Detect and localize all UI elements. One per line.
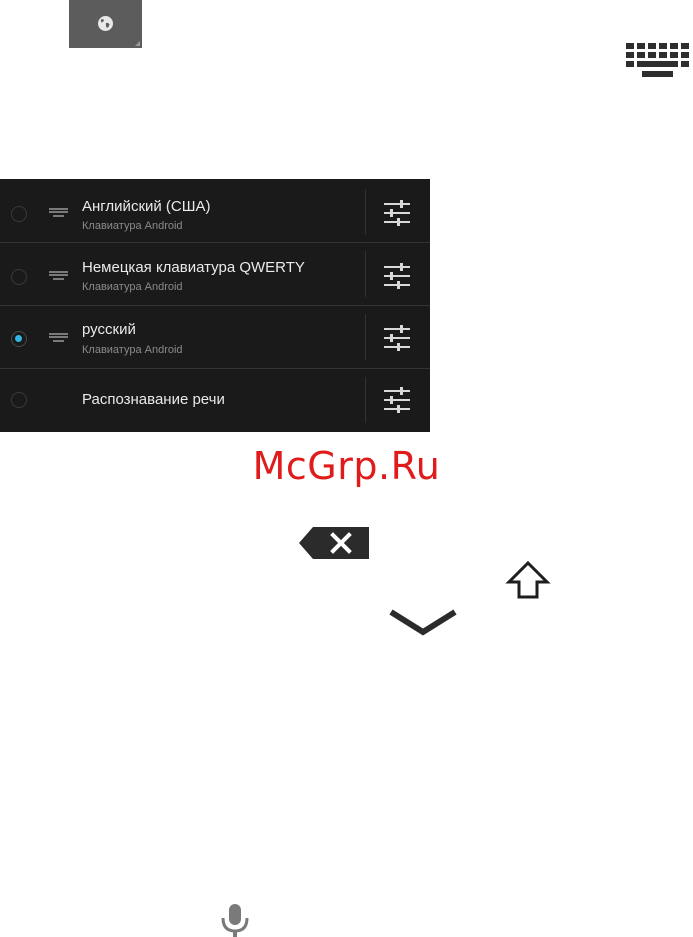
keyboard-mini-icon [49,208,68,217]
ime-item-subtitle: Клавиатура Android [82,281,183,293]
ime-item-voice-input[interactable]: Распознавание речи [0,369,430,432]
globe-icon [98,16,113,31]
sliders-settings-icon[interactable] [384,387,410,413]
ime-item-subtitle: Клавиатура Android [82,344,183,356]
shift-arrow-icon [505,560,551,599]
ime-item-subtitle: Клавиатура Android [82,220,183,232]
divider [365,377,366,423]
divider [365,189,366,235]
ime-item-title: Распознавание речи [82,391,225,408]
chevron-down-icon [389,609,457,636]
sliders-settings-icon[interactable] [384,325,410,351]
ime-item-german-qwerty[interactable]: Немецкая клавиатура QWERTY Клавиатура An… [0,243,430,306]
ime-item-english-us[interactable]: Английский (США) Клавиатура Android [0,181,430,244]
backspace-icon [299,527,369,559]
ime-item-russian[interactable]: русский Клавиатура Android [0,306,430,369]
radio-button[interactable] [11,392,27,408]
divider [365,314,366,360]
keyboard-icon [626,43,689,77]
radio-button[interactable] [11,206,27,222]
ime-item-title: Английский (США) [82,198,211,215]
divider [365,251,366,297]
keyboard-mini-icon [49,271,68,280]
watermark: McGrp.Ru [252,444,441,488]
radio-button[interactable] [11,269,27,285]
radio-button-selected[interactable] [11,331,27,347]
language-switch-key[interactable] [69,0,142,48]
ime-item-title: русский [82,321,136,338]
input-method-picker: Английский (США) Клавиатура Android Неме… [0,179,430,432]
sliders-settings-icon[interactable] [384,263,410,289]
ime-item-title: Немецкая клавиатура QWERTY [82,259,305,276]
keyboard-mini-icon [49,333,68,342]
microphone-icon [221,904,249,937]
sliders-settings-icon[interactable] [384,200,410,226]
